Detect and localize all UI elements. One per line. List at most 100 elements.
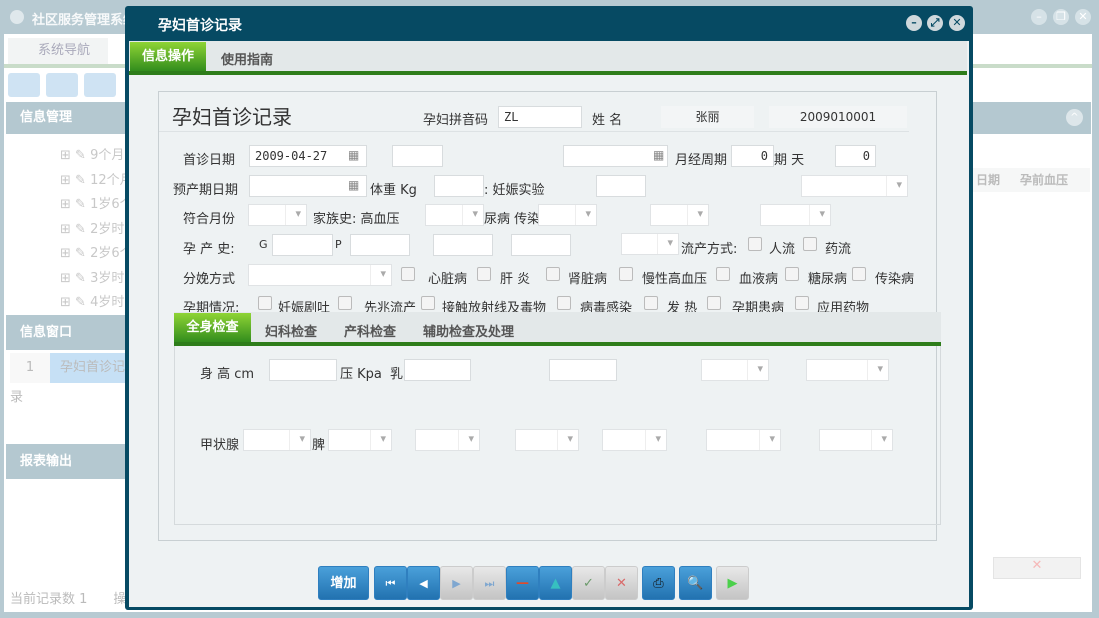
bg-cancel-button[interactable]: ✕ [993, 557, 1081, 579]
tab-info-operation[interactable]: 信息操作 [130, 42, 206, 72]
select-dropdown[interactable] [819, 429, 893, 451]
select-dropdown[interactable] [515, 429, 579, 451]
last-record-icon[interactable]: ⏭ [473, 566, 506, 600]
cycle-input[interactable]: 0 [731, 145, 774, 167]
diabetes-label: 尿病 传染 [484, 212, 541, 227]
delivery-method-label: 分娩方式 [183, 272, 236, 287]
select-dropdown[interactable] [760, 204, 831, 226]
app-title: 社区服务管理系统 [32, 13, 137, 28]
spleen-select[interactable] [328, 429, 392, 451]
thyroid-select[interactable] [243, 429, 311, 451]
tab-obstetric-exam[interactable]: 产科检查 [344, 321, 396, 340]
checkbox[interactable] [421, 296, 435, 310]
month-select[interactable] [248, 204, 307, 226]
field-input[interactable] [392, 145, 443, 167]
tab-gynecology-exam[interactable]: 妇科检查 [265, 321, 317, 340]
calendar-icon[interactable]: ▦ [348, 148, 359, 162]
first-record-icon[interactable]: ⏮ [374, 566, 407, 600]
select-dropdown[interactable] [706, 429, 781, 451]
tab-usage-guide[interactable]: 使用指南 [221, 49, 273, 68]
spleen-label: 脾 [312, 438, 326, 453]
field-input[interactable] [549, 359, 617, 381]
hypertension-select[interactable] [425, 204, 484, 226]
field-input[interactable] [433, 234, 493, 256]
edit-icon[interactable]: ▲ [539, 566, 572, 600]
select-dropdown[interactable] [801, 175, 908, 197]
tab-system-nav[interactable]: 系统导航 [8, 38, 108, 64]
checkbox[interactable] [707, 296, 721, 310]
infectious-select[interactable] [538, 204, 597, 226]
checkbox[interactable] [716, 267, 730, 281]
select-dropdown[interactable] [650, 204, 709, 226]
select-dropdown[interactable] [701, 359, 769, 381]
tree-item[interactable]: ⊞ ✎ 3岁时 [60, 267, 133, 292]
pregnancy-test-input[interactable] [596, 175, 646, 197]
tab-general-exam[interactable]: 全身检查 [174, 313, 251, 343]
select-dropdown[interactable] [806, 359, 889, 381]
play-icon[interactable]: ▶ [716, 566, 749, 600]
month-label: 符合月份 [183, 212, 236, 227]
delete-icon[interactable]: — [506, 566, 539, 600]
preview-icon[interactable]: 🔍 [679, 566, 712, 600]
checkbox[interactable] [803, 237, 817, 251]
tree-item[interactable]: ⊞ ✎ 2岁时 [60, 218, 133, 243]
tree-item[interactable]: ⊞ ✎ 4岁时 [60, 291, 133, 316]
checkbox[interactable] [258, 296, 272, 310]
cancel-icon[interactable]: ✕ [605, 566, 638, 600]
pregnancy-test-label: : 妊娠实验 [484, 183, 545, 198]
prev-record-icon[interactable]: ◀ [407, 566, 440, 600]
modal-close-icon[interactable]: ✕ [949, 15, 965, 31]
select-dropdown[interactable] [621, 233, 679, 255]
section-report-output[interactable]: 报表输出 [6, 444, 126, 479]
print-icon[interactable]: ⎙ [642, 566, 675, 600]
toolbar-doc-button[interactable] [84, 73, 116, 97]
restore-icon[interactable]: ❐ [1053, 9, 1069, 25]
checkbox[interactable] [748, 237, 762, 251]
close-icon[interactable]: ✕ [1075, 9, 1091, 25]
tree-item[interactable]: ⊞ ✎ 1岁6个 [60, 193, 133, 218]
bp-input[interactable] [404, 359, 471, 381]
tab-auxiliary-exam[interactable]: 辅助检查及处理 [423, 321, 514, 340]
minimize-icon[interactable]: – [1031, 9, 1047, 25]
checkbox[interactable] [546, 267, 560, 281]
tree-item[interactable]: ⊞ ✎ 12个月 [60, 169, 133, 194]
section-info-window[interactable]: 信息窗口 [6, 315, 126, 350]
checkbox[interactable] [338, 296, 352, 310]
checkbox[interactable] [852, 267, 866, 281]
pinyin-input[interactable]: ZL [498, 106, 582, 128]
checkbox[interactable] [477, 267, 491, 281]
confirm-icon[interactable]: ✓ [572, 566, 605, 600]
collapse-icon[interactable]: ^ [1066, 109, 1083, 126]
checkbox[interactable] [557, 296, 571, 310]
modal-maximize-icon[interactable]: ⤢ [927, 15, 943, 31]
checkbox[interactable] [619, 267, 633, 281]
delivery-method-select[interactable] [248, 264, 392, 286]
checkbox[interactable] [644, 296, 658, 310]
toolbar-list-button[interactable] [46, 73, 78, 97]
calendar-icon[interactable]: ▦ [348, 178, 359, 192]
record-id: 2009010001 [769, 106, 907, 128]
select-dropdown[interactable] [602, 429, 667, 451]
checkbox[interactable] [785, 267, 799, 281]
toolbar-search-button[interactable] [8, 73, 40, 97]
checkbox-label: 人流 [769, 242, 796, 257]
calendar-icon[interactable]: ▦ [653, 148, 664, 162]
family-history-label: 家族史: 高血压 [313, 212, 400, 227]
add-button[interactable]: 增加 [318, 566, 369, 600]
modal-minimize-icon[interactable]: – [906, 15, 922, 31]
period-input[interactable]: 0 [835, 145, 876, 167]
g-input[interactable] [272, 234, 333, 256]
tree-item[interactable]: ⊞ ✎ 9个月 [60, 144, 133, 169]
weight-input[interactable] [434, 175, 484, 197]
tree-item[interactable]: ⊞ ✎ 2岁6个 [60, 242, 133, 267]
column-header: 孕前血压 [1020, 173, 1069, 187]
next-record-icon[interactable]: ▶ [440, 566, 473, 600]
p-input[interactable] [350, 234, 410, 256]
checkbox[interactable] [401, 267, 415, 281]
field-input[interactable] [511, 234, 571, 256]
checkbox[interactable] [795, 296, 809, 310]
window-row[interactable]: 1 孕妇首诊记录 [10, 353, 126, 405]
cycle-label: 月经周期 [675, 153, 728, 168]
select-dropdown[interactable] [415, 429, 480, 451]
height-input[interactable] [269, 359, 337, 381]
